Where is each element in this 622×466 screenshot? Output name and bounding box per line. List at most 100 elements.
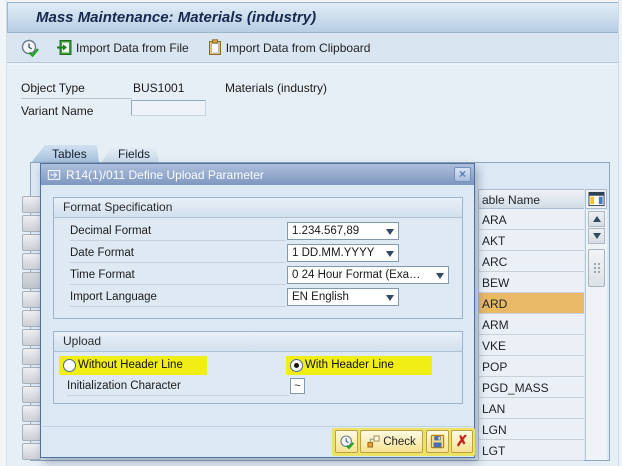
- row-select-button[interactable]: [22, 386, 41, 403]
- radio-without-header-label: Without Header Line: [78, 359, 183, 371]
- row-select-button[interactable]: [22, 253, 41, 270]
- table-row[interactable]: LGT: [478, 440, 584, 461]
- table-scrollbar[interactable]: [585, 210, 607, 460]
- scroll-up-button[interactable]: [588, 211, 605, 227]
- dialog-execute-button[interactable]: [335, 430, 358, 453]
- window-titlebar: Mass Maintenance: Materials (industry): [7, 2, 619, 33]
- tab-tables[interactable]: Tables: [31, 145, 99, 163]
- upload-parameter-dialog: R14(1)/011 Define Upload Parameter × For…: [40, 163, 475, 458]
- table-cell-name: LGN: [482, 423, 507, 437]
- format-dropdown[interactable]: 1 DD.MM.YYYY: [287, 244, 399, 262]
- table-config-icon: [588, 191, 604, 207]
- dropdown-value: 1.234.567,89: [292, 225, 360, 237]
- import-file-icon: [57, 40, 72, 55]
- save-floppy-icon: [430, 434, 445, 449]
- table-row[interactable]: LAN: [478, 398, 584, 419]
- save-button[interactable]: [426, 430, 449, 453]
- cancel-x-icon: ✗: [455, 433, 469, 450]
- table-cell-name: VKE: [482, 339, 507, 353]
- table-row[interactable]: PGD_MASS: [478, 377, 584, 398]
- check-button[interactable]: Check: [360, 430, 423, 453]
- dialog-titlebar[interactable]: R14(1)/011 Define Upload Parameter ×: [41, 164, 474, 185]
- row-select-button[interactable]: [22, 310, 41, 327]
- row-select-button[interactable]: [22, 424, 41, 441]
- row-select-button[interactable]: [22, 329, 41, 346]
- row-select-button[interactable]: [22, 234, 41, 251]
- dropdown-value: EN English: [292, 291, 349, 303]
- format-specification-group: Format Specification Decimal Format 1.23…: [53, 197, 463, 319]
- chevron-down-icon: [386, 251, 394, 257]
- scroll-down-button[interactable]: [588, 228, 605, 244]
- row-select-button[interactable]: [22, 367, 41, 384]
- format-row-label: Import Language: [70, 291, 286, 307]
- table-row[interactable]: ARM: [478, 314, 584, 335]
- format-dropdown[interactable]: EN English: [287, 288, 399, 306]
- upload-group: Upload Without Header Line With Header L…: [53, 331, 463, 404]
- initialization-character-row: Initialization Character ~: [54, 377, 462, 397]
- execute-clock-icon: [21, 39, 39, 57]
- format-dropdown[interactable]: 0 24 Hour Format (Exa…: [287, 266, 449, 284]
- table-cell-name: POP: [482, 360, 508, 374]
- table-cell-name: ARC: [482, 255, 508, 269]
- table-cell-name: AKT: [482, 234, 506, 248]
- row-select-button[interactable]: [22, 443, 41, 460]
- sap-window: Mass Maintenance: Materials (industry) I…: [0, 0, 622, 466]
- format-dropdown[interactable]: 1.234.567,89: [287, 222, 399, 240]
- import-file-button[interactable]: Import Data from File: [52, 37, 193, 58]
- cancel-button[interactable]: ✗: [451, 430, 473, 453]
- radio-without-header-line[interactable]: [63, 359, 76, 372]
- dropdown-value: 0 24 Hour Format (Exa…: [292, 269, 421, 281]
- table-row[interactable]: VKE: [478, 335, 584, 356]
- format-row-label: Time Format: [70, 269, 286, 285]
- table-row[interactable]: ARD: [478, 293, 584, 314]
- table-row[interactable]: POP: [478, 356, 584, 377]
- dropdown-value: 1 DD.MM.YYYY: [292, 247, 375, 259]
- table-row[interactable]: ARA: [478, 209, 584, 230]
- chevron-down-icon: [386, 229, 394, 235]
- row-select-button[interactable]: [22, 272, 41, 289]
- table-cell-name: LAN: [482, 402, 506, 416]
- close-icon: ×: [458, 167, 466, 181]
- table-row[interactable]: LGN: [478, 419, 584, 440]
- table-rows: ARA AKT ARC BEW ARD ARM VKE POP PGD_MASS…: [478, 209, 584, 461]
- initialization-character-input[interactable]: ~: [290, 378, 305, 394]
- grip-dots-icon: [593, 262, 601, 275]
- row-select-button[interactable]: [22, 405, 41, 422]
- format-row: Time Format 0 24 Hour Format (Exa…: [54, 265, 462, 287]
- table-name-column-header[interactable]: able Name: [478, 189, 584, 209]
- scrollbar-thumb[interactable]: [588, 249, 605, 287]
- row-select-button[interactable]: [22, 291, 41, 308]
- dialog-footer-separator: [42, 426, 473, 427]
- object-type-label: Object Type: [21, 81, 132, 99]
- radio-with-header-line[interactable]: [290, 359, 303, 372]
- row-select-button[interactable]: [22, 215, 41, 232]
- row-select-button[interactable]: [22, 196, 41, 213]
- format-row: Date Format 1 DD.MM.YYYY: [54, 243, 462, 265]
- format-row-label: Decimal Format: [70, 225, 286, 241]
- table-row[interactable]: BEW: [478, 272, 584, 293]
- upload-header: Upload: [54, 332, 462, 352]
- table-cell-name: ARD: [482, 297, 508, 311]
- format-row: Import Language EN English: [54, 287, 462, 309]
- column-config-button[interactable]: [585, 189, 607, 209]
- table-row[interactable]: AKT: [478, 230, 584, 251]
- tab-fields[interactable]: Fields: [101, 145, 159, 163]
- object-type-value: BUS1001: [133, 81, 185, 95]
- dialog-close-button[interactable]: ×: [454, 167, 471, 182]
- radio-with-header-label: With Header Line: [305, 359, 394, 371]
- table-cell-name: LGT: [482, 444, 506, 458]
- row-select-button[interactable]: [22, 348, 41, 365]
- import-clipboard-button[interactable]: Import Data from Clipboard: [203, 37, 375, 58]
- page-title: Mass Maintenance: Materials (industry): [36, 9, 317, 26]
- table-cell-name: ARM: [482, 318, 509, 332]
- clipboard-icon: [208, 39, 221, 55]
- execute-button[interactable]: [18, 37, 42, 59]
- import-clipboard-label: Import Data from Clipboard: [225, 40, 371, 55]
- format-rows: Decimal Format 1.234.567,89 Date Format …: [54, 218, 462, 309]
- window-frame-left: [0, 0, 7, 466]
- check-button-label: Check: [383, 435, 416, 448]
- variant-name-input[interactable]: [131, 100, 206, 116]
- table-cell-name: ARA: [482, 213, 507, 227]
- table-row[interactable]: ARC: [478, 251, 584, 272]
- dialog-title: R14(1)/011 Define Upload Parameter: [66, 167, 264, 182]
